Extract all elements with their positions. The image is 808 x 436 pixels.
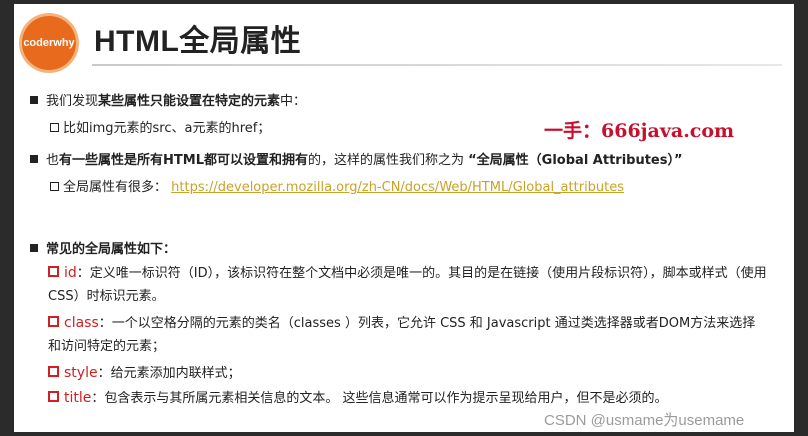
s1-tail: 中： — [280, 94, 307, 109]
title-divider — [92, 64, 782, 66]
page-title: HTML全局属性 — [94, 25, 302, 58]
attr-desc: ：一个以空格分隔的元素的类名（classes ）列表，它允许 CSS 和 Jav… — [48, 316, 756, 354]
s2-lead: 也 — [46, 153, 60, 168]
attr-desc: ：定义唯一标识符（ID），该标识符在整个文档中必须是唯一的。其目的是在链接（使用… — [48, 266, 767, 304]
red-square-bullet-icon — [48, 391, 59, 402]
hollow-square-icon — [50, 123, 59, 132]
coderwhy-logo: coderwhy — [22, 16, 76, 70]
red-square-bullet-icon — [48, 366, 59, 377]
s3-heading: 常见的全局属性如下： — [46, 242, 177, 257]
square-bullet-icon — [30, 96, 38, 104]
s2-quote: “全局属性（Global Attributes）” — [468, 153, 683, 168]
s2-tail: 的，这样的属性我们称之为 — [307, 153, 464, 168]
s1-bold: 某些属性只能设置在特定的元素 — [98, 94, 281, 109]
bullet-item-2: 也有一些属性是所有HTML都可以设置和拥有的，这样的属性我们称之为 “全局属性（… — [30, 149, 683, 168]
s1-lead: 我们发现 — [46, 94, 99, 109]
s2-bold: 有一些属性是所有HTML都可以设置和拥有 — [59, 153, 308, 168]
square-bullet-icon — [30, 244, 38, 252]
red-square-bullet-icon — [48, 316, 59, 327]
attr-name: style — [64, 365, 98, 381]
attr-item-style: style：给元素添加内联样式； — [48, 362, 768, 385]
attr-name: title — [64, 390, 92, 406]
red-square-bullet-icon — [48, 266, 59, 277]
hollow-square-icon — [50, 182, 59, 191]
square-bullet-icon — [30, 155, 38, 163]
sub-item-2: 全局属性有很多： https://developer.mozilla.org/z… — [50, 176, 624, 195]
logo-text: coderwhy — [23, 37, 75, 49]
attr-name: class — [64, 315, 99, 331]
attr-item-id: id：定义唯一标识符（ID），该标识符在整个文档中必须是唯一的。其目的是在链接（… — [48, 262, 768, 308]
attr-name: id — [64, 265, 77, 281]
bullet-item-3: 常见的全局属性如下： — [30, 238, 176, 257]
attr-desc: ：包含表示与其所属元素相关信息的文本。 这些信息通常可以作为提示呈现给用户，但不… — [91, 391, 668, 406]
csdn-watermark: CSDN @usmame为usemame — [544, 412, 745, 429]
s2-sub-lead: 全局属性有很多： — [63, 180, 168, 195]
attr-item-class: class：一个以空格分隔的元素的类名（classes ）列表，它允许 CSS … — [48, 312, 768, 358]
attr-item-title: title：包含表示与其所属元素相关信息的文本。 这些信息通常可以作为提示呈现给… — [48, 387, 768, 410]
watermark-text: 一手：666java.com — [544, 120, 735, 142]
bullet-item-1: 我们发现某些属性只能设置在特定的元素中： — [30, 90, 306, 109]
mdn-global-attributes-link[interactable]: https://developer.mozilla.org/zh-CN/docs… — [171, 180, 624, 195]
sub-item-1: 比如img元素的src、a元素的href； — [50, 117, 270, 136]
attr-desc: ：给元素添加内联样式； — [97, 366, 241, 381]
s1-sub: 比如img元素的src、a元素的href； — [63, 121, 271, 136]
slide: coderwhy HTML全局属性 我们发现某些属性只能设置在特定的元素中： 比… — [14, 4, 794, 432]
